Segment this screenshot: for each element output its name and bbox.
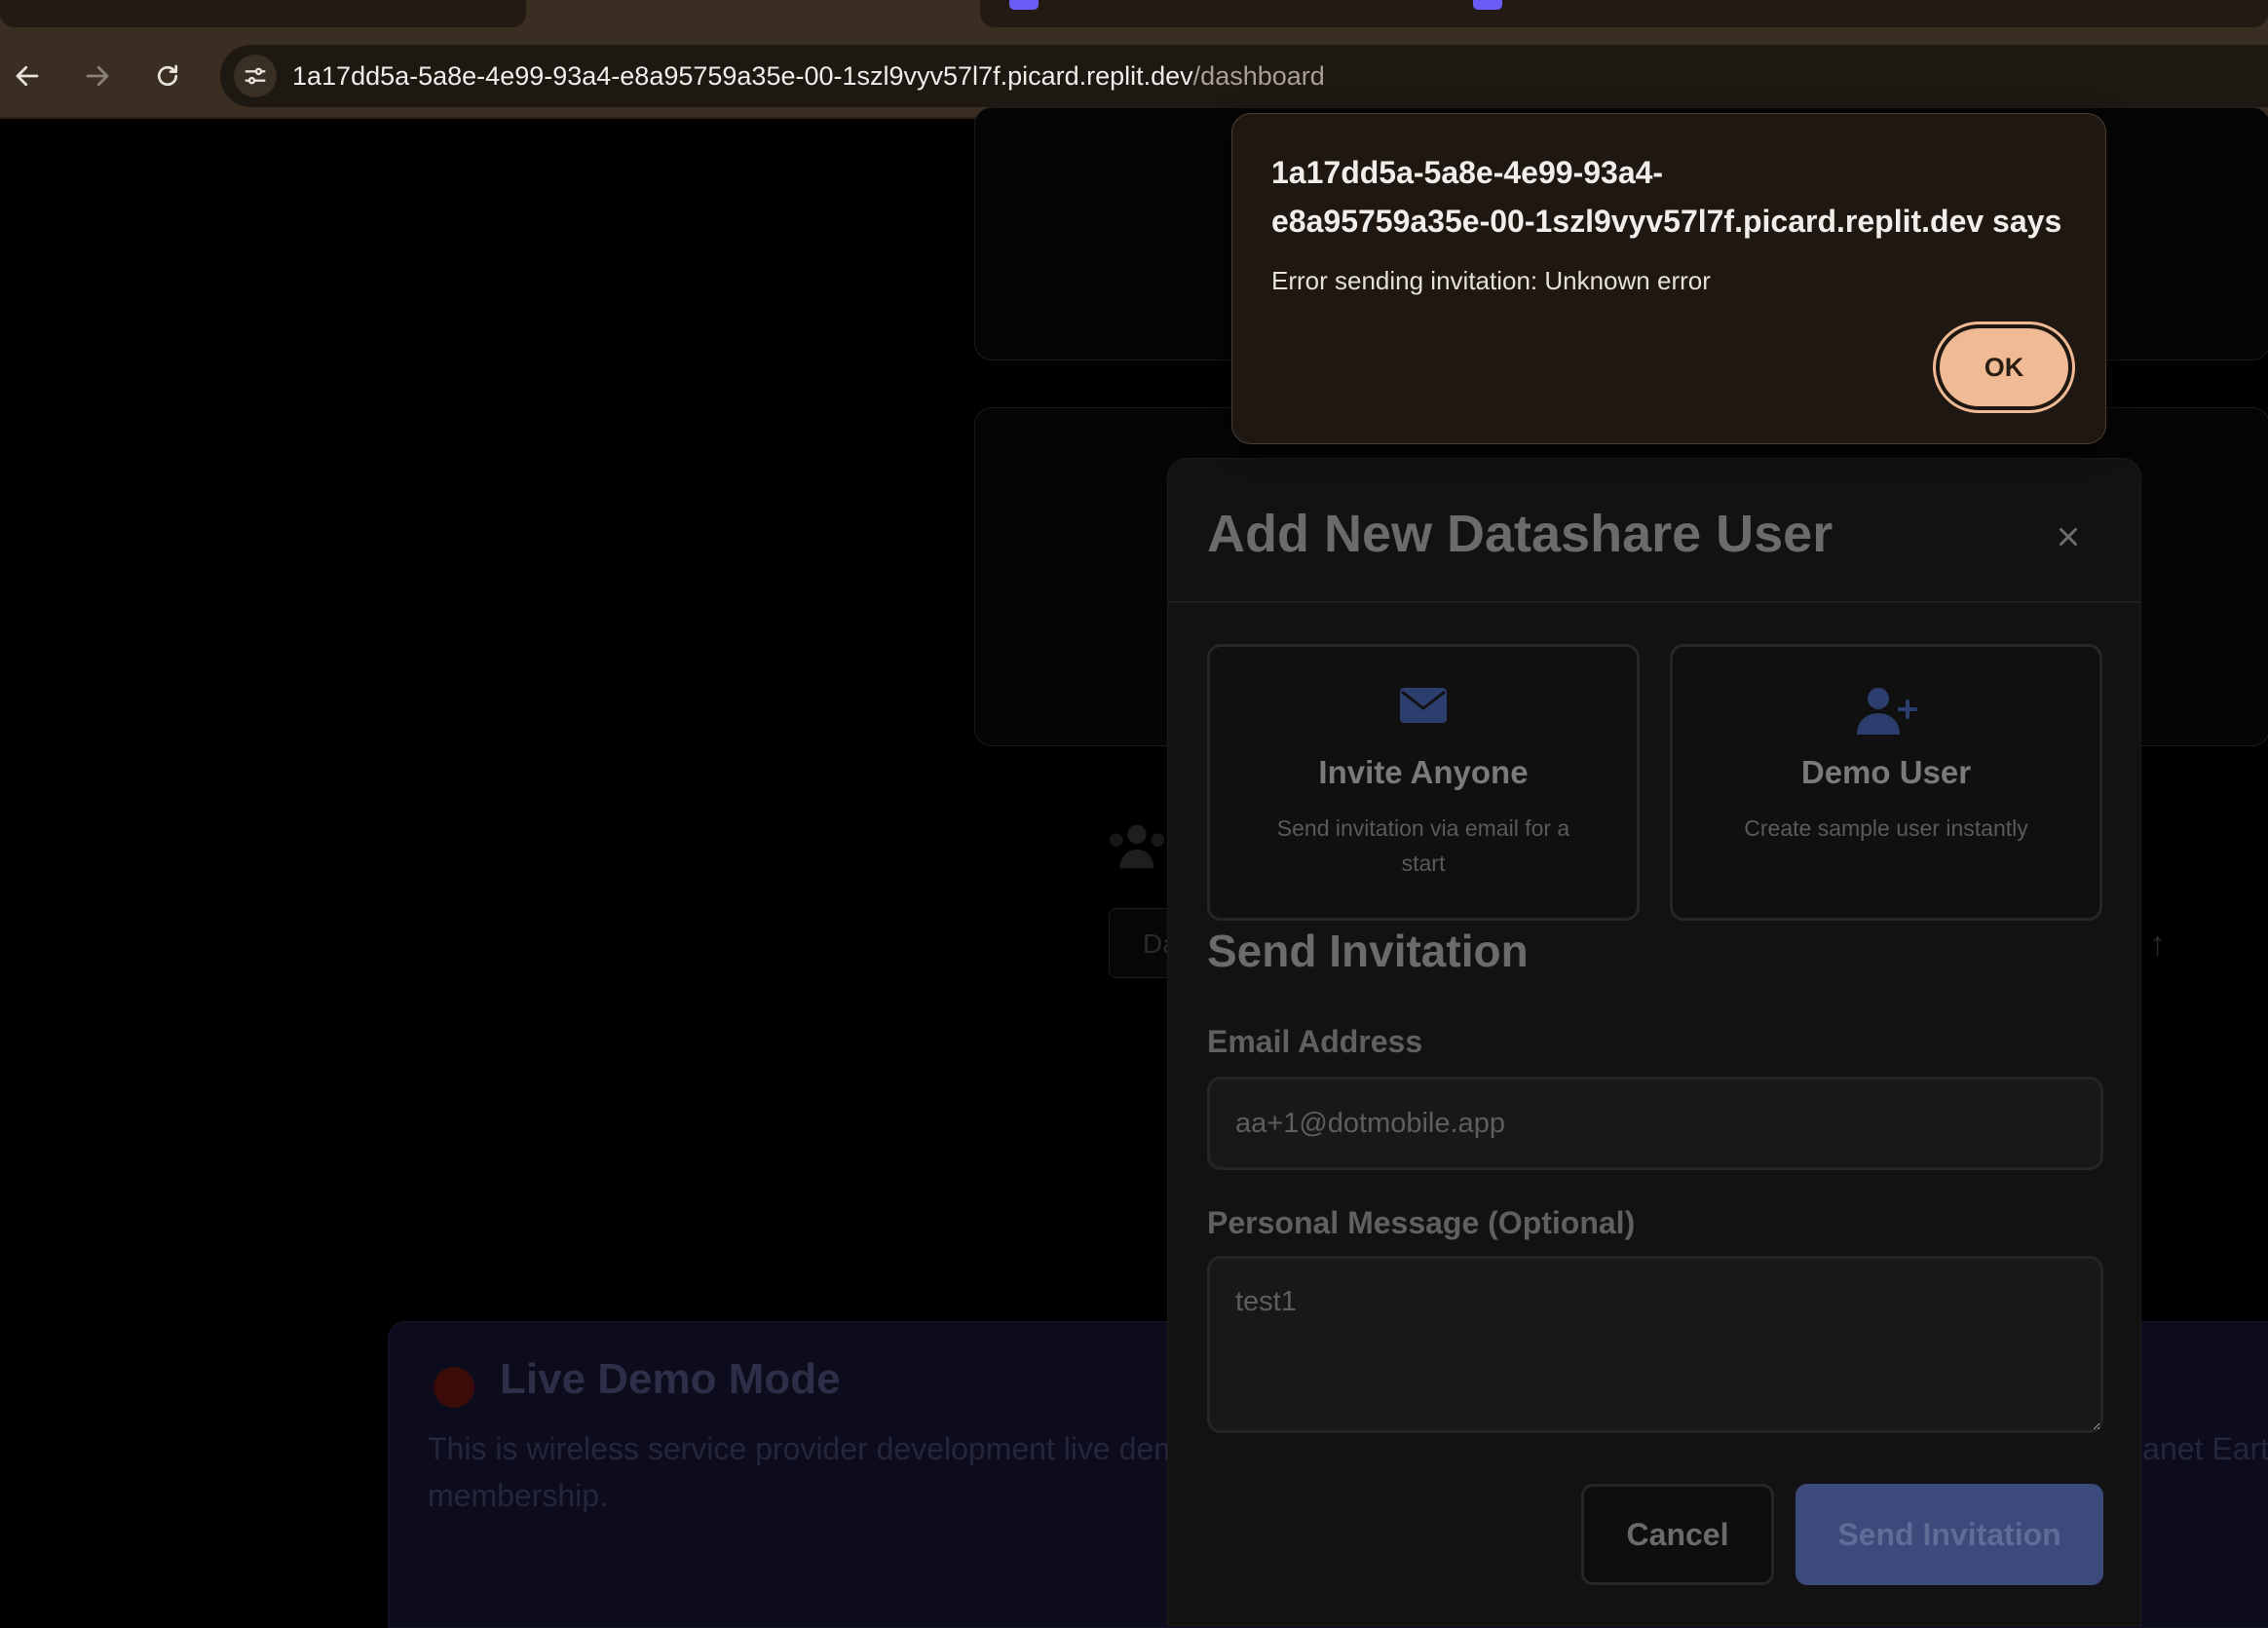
users-icon: [1109, 824, 1165, 869]
message-label: Personal Message (Optional): [1207, 1205, 1636, 1240]
alert-origin: 1a17dd5a-5a8e-4e99-93a4-: [1271, 155, 1664, 190]
close-button[interactable]: [2049, 517, 2088, 556]
arrow-right-icon: [86, 65, 109, 87]
invite-anyone-option[interactable]: Invite Anyone Send invitation via email …: [1207, 644, 1640, 921]
forward-button[interactable]: [76, 55, 119, 97]
close-icon: [2060, 528, 2077, 546]
envelope-icon: [1210, 686, 1637, 744]
ok-button[interactable]: OK: [1940, 328, 2068, 406]
demo-text: This is wireless service provider develo…: [428, 1431, 1180, 1466]
tune-icon: [245, 67, 266, 85]
section-title: Send Invitation: [1207, 926, 1529, 976]
replit-favicon-icon: [1009, 0, 1039, 10]
option-title: Demo User: [1800, 754, 1972, 790]
add-user-modal: Add New Datashare User Invite Anyone Sen…: [1167, 458, 2141, 1626]
divider: [1168, 601, 2140, 603]
alert-origin: e8a95759a35e-00-1szl9vyv57l7f.picard.rep…: [1271, 204, 2062, 239]
email-field[interactable]: [1207, 1077, 2103, 1170]
replit-favicon-icon: [1473, 0, 1502, 10]
demo-text: anet Eart: [2142, 1431, 2268, 1466]
back-button[interactable]: [6, 55, 49, 97]
record-dot-icon: [434, 1367, 474, 1408]
address-bar[interactable]: 1a17dd5a-5a8e-4e99-93a4-e8a95759a35e-00-…: [220, 45, 2268, 107]
url-host: 1a17dd5a-5a8e-4e99-93a4-e8a95759a35e-00-…: [292, 61, 1193, 91]
demo-user-option[interactable]: Demo User Create sample user instantly: [1670, 644, 2102, 921]
cancel-button[interactable]: Cancel: [1581, 1484, 1774, 1585]
browser-tab[interactable]: [980, 0, 2268, 27]
alert-message: Error sending invitation: Unknown error: [1271, 266, 1711, 295]
email-label: Email Address: [1207, 1024, 1423, 1059]
site-info-button[interactable]: [234, 55, 277, 97]
message-field[interactable]: test1: [1207, 1256, 2103, 1433]
browser-tab[interactable]: [0, 0, 526, 27]
arrow-left-icon: [16, 65, 39, 87]
url-text[interactable]: 1a17dd5a-5a8e-4e99-93a4-e8a95759a35e-00-…: [292, 45, 1325, 107]
modal-title: Add New Datashare User: [1207, 505, 1833, 563]
reload-icon: [157, 64, 178, 87]
option-description: Create sample user instantly: [1744, 815, 2028, 841]
option-description: Send invitation via email for a start: [1276, 815, 1570, 876]
user-plus-icon: [1673, 686, 2099, 744]
reload-button[interactable]: [146, 55, 189, 97]
tab-strip: [0, 0, 2268, 35]
arrow-up-icon: ↑: [2149, 926, 2166, 963]
option-title: Invite Anyone: [1318, 754, 1529, 790]
demo-title: Live Demo Mode: [500, 1355, 841, 1403]
demo-text: membership.: [428, 1478, 608, 1513]
url-path: /dashboard: [1192, 61, 1325, 91]
alert-dialog: 1a17dd5a-5a8e-4e99-93a4- e8a95759a35e-00…: [1231, 113, 2106, 444]
send-invitation-button[interactable]: Send Invitation: [1796, 1484, 2103, 1585]
